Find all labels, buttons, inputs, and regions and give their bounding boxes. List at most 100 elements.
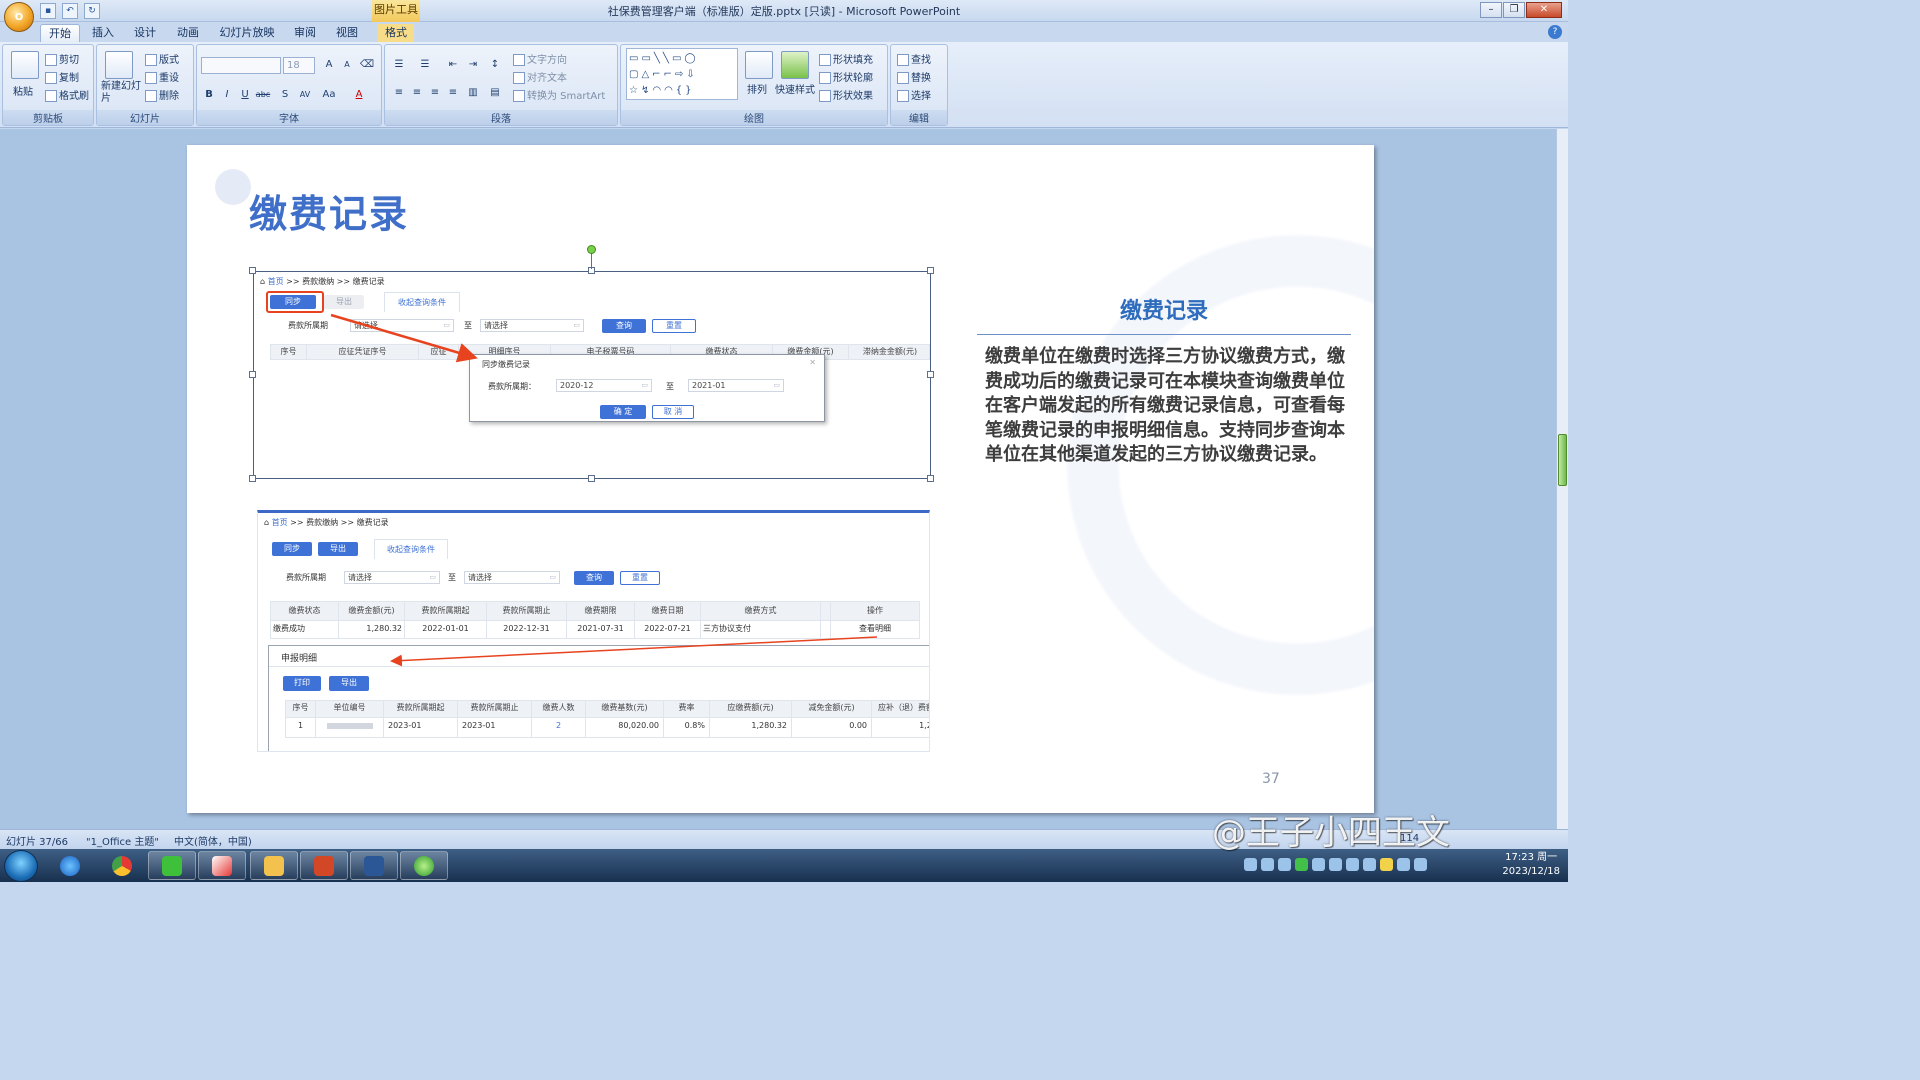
word-icon[interactable] [350,851,398,880]
font-color-icon[interactable]: A [351,87,367,103]
shadow-icon[interactable]: S [277,87,293,103]
delete-slide-button[interactable]: 删除 [145,87,179,102]
resize-handle-se[interactable] [927,475,934,482]
new-slide-icon[interactable] [105,51,133,79]
tray-help-icon[interactable] [1261,858,1274,871]
explorer-icon[interactable] [250,851,298,880]
italic-icon[interactable]: I [219,87,235,103]
select-button[interactable]: 选择 [897,87,931,102]
arrange-button[interactable]: 排列 [747,81,767,96]
bullets-icon[interactable]: ☰ [391,57,407,73]
shapes-gallery[interactable]: ▭▭╲╲▭◯ ▢△⌐⌐⇨⇩ ☆↯◠◠{} [626,48,738,100]
resize-handle-w[interactable] [249,371,256,378]
char-spacing-icon[interactable]: AV [297,87,313,103]
restore-button[interactable]: ❐ [1503,2,1525,18]
help-icon[interactable]: ? [1548,25,1562,39]
tab-design[interactable]: 设计 [128,24,162,42]
status-language[interactable]: 中文(简体，中国) [174,833,252,848]
text-direction-button[interactable]: 文字方向 [513,51,567,66]
justify-icon[interactable]: ≡ [445,85,461,101]
numbering-icon[interactable]: ☰ [417,57,433,73]
align-left-icon[interactable]: ≡ [391,85,407,101]
slide-title[interactable]: 缴费记录 [249,183,409,238]
slide-canvas[interactable]: 缴费记录 ⌂ 首页 >> 费款缴纳 >> 缴费记录 同步 导出 收起查询条件 费… [187,145,1374,813]
shape-effects-button[interactable]: 形状效果 [819,87,873,102]
powerpoint-icon[interactable] [300,851,348,880]
tray-pen-icon[interactable] [1329,858,1342,871]
tray-network-icon[interactable] [1363,858,1376,871]
screenshot-sync[interactable]: ⌂ 首页 >> 费款缴纳 >> 缴费记录 同步 导出 收起查询条件 费款所属期 … [253,271,931,479]
start-button[interactable] [4,850,38,882]
copy-button[interactable]: 复制 [45,69,79,84]
strikethrough-icon[interactable]: abc [255,87,271,103]
shape-outline-button[interactable]: 形状轮廓 [819,69,873,84]
distribute-icon[interactable]: ▤ [487,85,503,101]
resize-handle-e[interactable] [927,371,934,378]
smartart-button[interactable]: 转换为 SmartArt [513,87,605,102]
decrease-indent-icon[interactable]: ⇤ [445,57,461,73]
replace-button[interactable]: 替换 [897,69,931,84]
wechat-icon[interactable] [148,851,196,880]
shrink-font-icon[interactable]: A [339,57,355,73]
resize-handle-ne[interactable] [927,267,934,274]
font-name-field[interactable] [201,57,281,74]
tray-keyboard-icon[interactable] [1244,858,1257,871]
resize-handle-s[interactable] [588,475,595,482]
app-green-icon[interactable] [400,851,448,880]
rotate-handle[interactable] [587,245,596,254]
tab-slideshow[interactable]: 幻灯片放映 [214,24,280,42]
close-button[interactable]: ✕ [1526,2,1562,18]
tab-review[interactable]: 审阅 [288,24,322,42]
columns-icon[interactable]: ▥ [465,85,481,101]
tab-view[interactable]: 视图 [330,24,364,42]
minimize-button[interactable]: – [1480,2,1502,18]
layout-button[interactable]: 版式 [145,51,179,66]
grow-font-icon[interactable]: A [321,57,337,73]
align-right-icon[interactable]: ≡ [427,85,443,101]
tray-security-icon[interactable] [1380,858,1393,871]
underline-icon[interactable]: U [237,87,253,103]
clock[interactable]: 17:23 周一 2023/12/18 [1502,851,1560,879]
tab-home[interactable]: 开始 [40,24,80,42]
reset-button[interactable]: 重设 [145,69,179,84]
align-center-icon[interactable]: ≡ [409,85,425,101]
quick-styles-icon[interactable] [781,51,809,79]
shape-fill-button[interactable]: 形状填充 [819,51,873,66]
office-button[interactable]: O [4,2,34,32]
arrange-icon[interactable] [745,51,773,79]
tab-format[interactable]: 格式 [378,24,414,42]
tray-wechat-icon[interactable] [1295,858,1308,871]
tab-insert[interactable]: 插入 [86,24,120,42]
tray-shield-icon[interactable] [1278,858,1291,871]
quick-styles-button[interactable]: 快速样式 [775,81,815,96]
cut-button[interactable]: 剪切 [45,51,79,66]
clear-format-icon[interactable]: ⌫ [359,57,375,73]
panel-title[interactable]: 缴费记录 [977,293,1351,325]
paste-icon[interactable] [11,51,39,79]
tray-app-icon[interactable] [1312,858,1325,871]
align-text-button[interactable]: 对齐文本 [513,69,567,84]
resize-handle-nw[interactable] [249,267,256,274]
tab-animations[interactable]: 动画 [170,24,206,42]
chrome-icon[interactable] [98,851,146,880]
tray-volume-icon[interactable] [1397,858,1410,871]
paste-button[interactable]: 粘贴 [13,83,33,98]
resize-handle-sw[interactable] [249,475,256,482]
format-painter-button[interactable]: 格式刷 [45,87,89,102]
change-case-icon[interactable]: Aa [321,87,337,103]
vertical-scrollbar[interactable] [1556,129,1568,829]
status-theme[interactable]: "1_Office 主题" [86,833,159,848]
font-size-field[interactable]: 18 [283,57,315,74]
tray-bluetooth-icon[interactable] [1346,858,1359,871]
new-slide-button[interactable]: 新建幻灯片 [101,81,145,105]
tray-flag-icon[interactable] [1414,858,1427,871]
scrollbar-thumb[interactable] [1558,434,1567,486]
panel-description[interactable]: 缴费单位在缴费时选择三方协议缴费方式，缴费成功后的缴费记录可在本模块查询缴费单位… [985,345,1359,468]
screenshot-detail[interactable]: ⌂ 首页 >> 费款缴纳 >> 缴费记录 同步 导出 收起查询条件 费款所属期 … [257,510,930,752]
bold-icon[interactable]: B [201,87,217,103]
ie-icon[interactable] [46,851,94,880]
find-button[interactable]: 查找 [897,51,931,66]
line-spacing-icon[interactable]: ↕ [487,57,503,73]
increase-indent-icon[interactable]: ⇥ [465,57,481,73]
app-pen-icon[interactable] [198,851,246,880]
